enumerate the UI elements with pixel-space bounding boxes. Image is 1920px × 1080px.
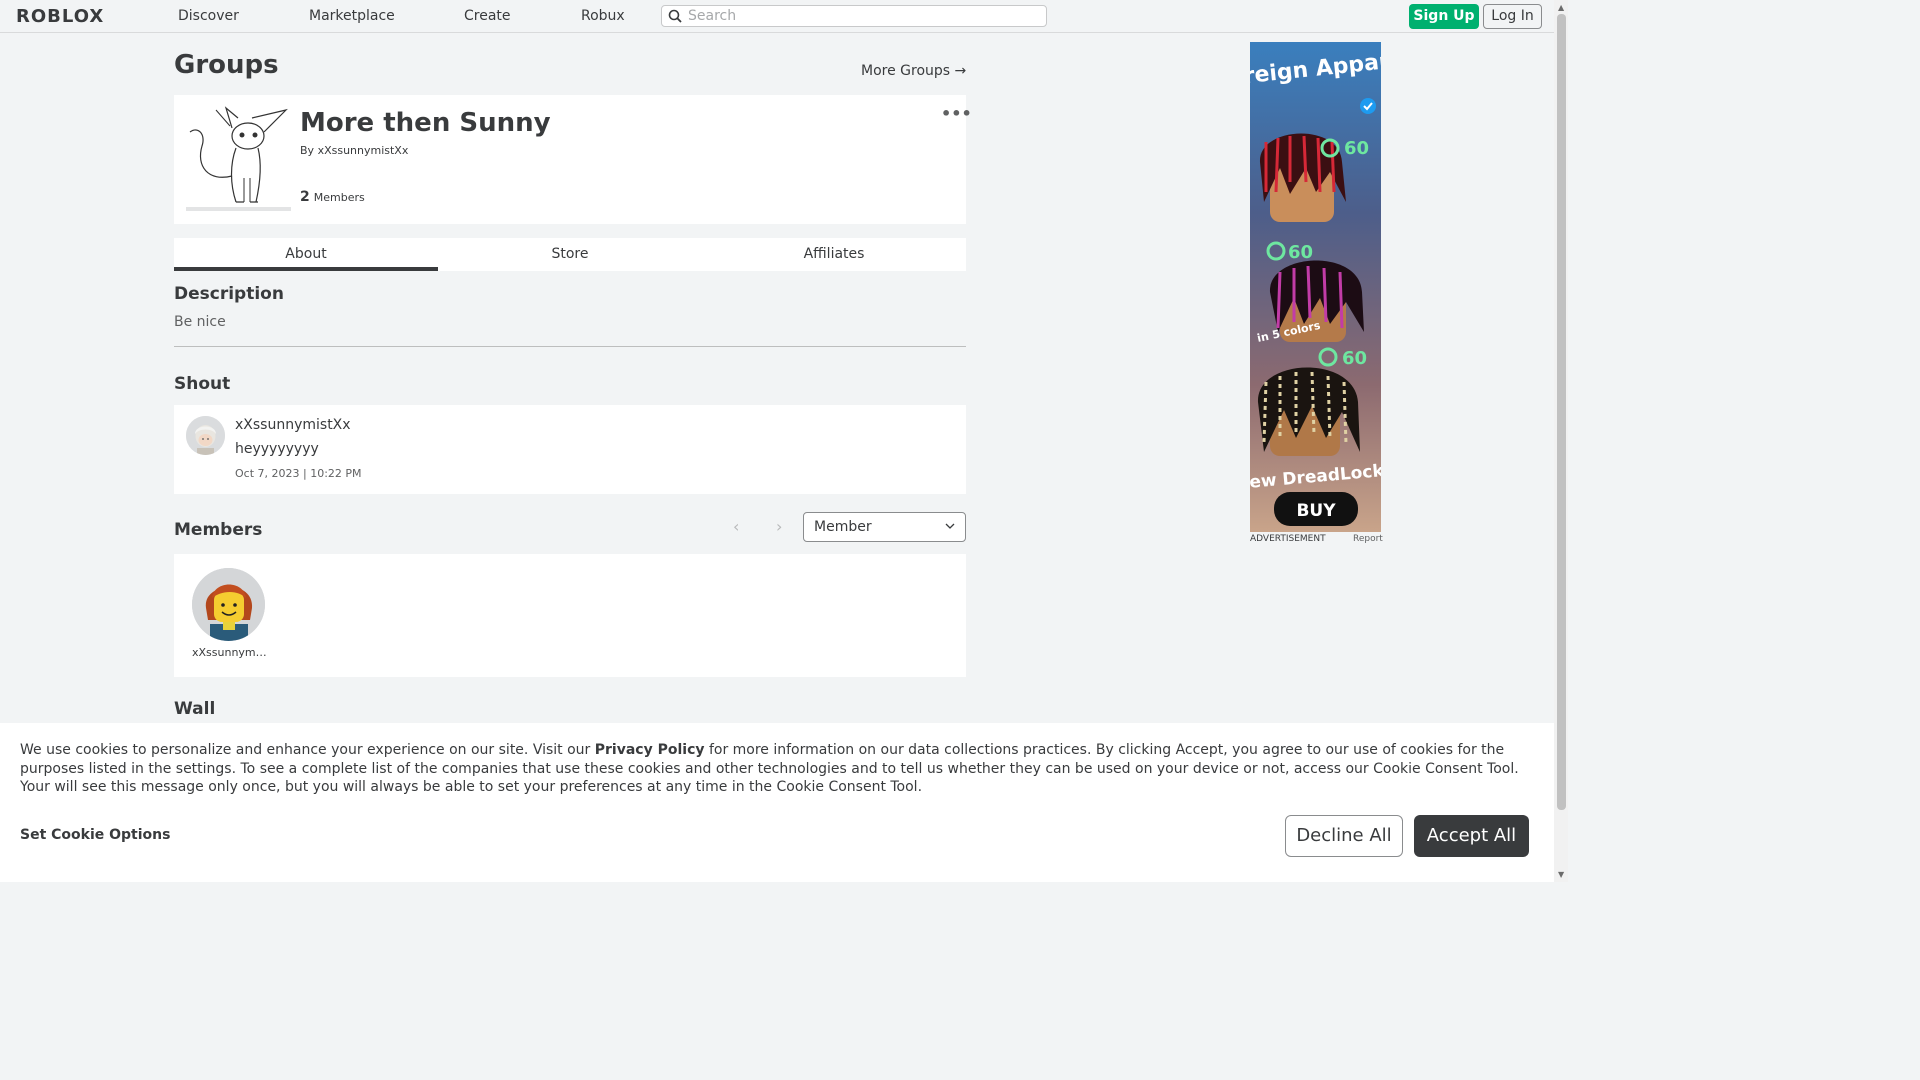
search-box[interactable] <box>661 5 1047 27</box>
ad-price-1: 60 <box>1344 138 1369 159</box>
ad-price-3: 60 <box>1342 348 1367 369</box>
nav-marketplace[interactable]: Marketplace <box>309 8 395 24</box>
avatar[interactable] <box>192 568 265 641</box>
set-cookie-options-link[interactable]: Set Cookie Options <box>20 827 170 843</box>
members-heading: Members <box>174 520 263 540</box>
member-count: 2 Members <box>300 189 365 205</box>
group-header-card <box>174 95 966 224</box>
description-heading: Description <box>174 284 284 304</box>
chevron-down-icon <box>945 523 955 529</box>
shout-avatar-image <box>186 416 225 455</box>
ad-buy-label: BUY <box>1296 501 1336 521</box>
ad-price-2: 60 <box>1288 242 1313 263</box>
role-dropdown-value: Member <box>814 519 872 535</box>
search-input[interactable] <box>688 7 1038 25</box>
decline-all-button[interactable]: Decline All <box>1285 815 1403 857</box>
search-icon <box>668 9 682 23</box>
group-owner-link[interactable]: xXssunnymistXx <box>318 144 409 157</box>
sign-up-button[interactable]: Sign Up <box>1409 4 1479 29</box>
shout-heading: Shout <box>174 374 231 394</box>
members-card <box>174 554 966 677</box>
role-dropdown[interactable]: Member <box>803 512 966 542</box>
scrollbar-thumb[interactable] <box>1557 14 1566 810</box>
shout-message: heyyyyyyyy <box>235 441 319 457</box>
group-emblem <box>186 106 291 206</box>
roblox-logo[interactable]: ROBLOX <box>16 6 104 27</box>
member-count-value: 2 <box>300 189 310 205</box>
shout-author[interactable]: xXssunnymistXx <box>235 417 351 433</box>
member-name[interactable]: xXssunnymi... <box>192 646 267 659</box>
report-ad-link[interactable]: Report <box>1353 534 1383 544</box>
nav-discover[interactable]: Discover <box>178 8 239 24</box>
cookie-consent-text: We use cookies to personalize and enhanc… <box>20 741 1540 797</box>
page-title: Groups <box>174 50 279 80</box>
log-in-button[interactable]: Log In <box>1483 4 1542 29</box>
nav-create[interactable]: Create <box>464 8 511 24</box>
advertisement-banner[interactable]: Foreign Apparel 60 60 in 5 colors 60 new… <box>1250 42 1381 532</box>
cookie-text-before: We use cookies to personalize and enhanc… <box>20 742 595 758</box>
active-tab-indicator <box>174 267 438 271</box>
nav-robux[interactable]: Robux <box>581 8 625 24</box>
by-label: By <box>300 144 315 157</box>
ad-image: Foreign Apparel 60 60 in 5 colors 60 new… <box>1250 42 1381 532</box>
chevron-right-icon[interactable]: › <box>776 517 782 536</box>
scroll-down-arrow-icon[interactable]: ▼ <box>1558 870 1564 879</box>
scroll-up-arrow-icon[interactable]: ▲ <box>1558 3 1564 12</box>
group-owner-line: By xXssunnymistXx <box>300 144 408 157</box>
tab-store[interactable]: Store <box>438 238 702 271</box>
tab-affiliates[interactable]: Affiliates <box>702 238 966 271</box>
member-avatar-image <box>192 568 265 641</box>
advertisement-label: ADVERTISEMENT <box>1250 534 1326 544</box>
shout-timestamp: Oct 7, 2023 | 10:22 PM <box>235 467 362 480</box>
more-groups-link[interactable]: More Groups → <box>861 63 966 79</box>
wall-heading: Wall <box>174 699 216 719</box>
accept-all-button[interactable]: Accept All <box>1414 815 1529 857</box>
privacy-policy-link[interactable]: Privacy Policy <box>595 742 705 758</box>
group-name: More then Sunny <box>300 108 551 138</box>
divider <box>174 346 966 347</box>
emblem-underline <box>186 207 291 211</box>
member-count-label: Members <box>313 191 365 204</box>
more-options-icon[interactable]: ••• <box>941 104 972 123</box>
description-text: Be nice <box>174 314 226 330</box>
chevron-left-icon[interactable]: ‹ <box>733 517 739 536</box>
avatar[interactable] <box>186 416 225 455</box>
